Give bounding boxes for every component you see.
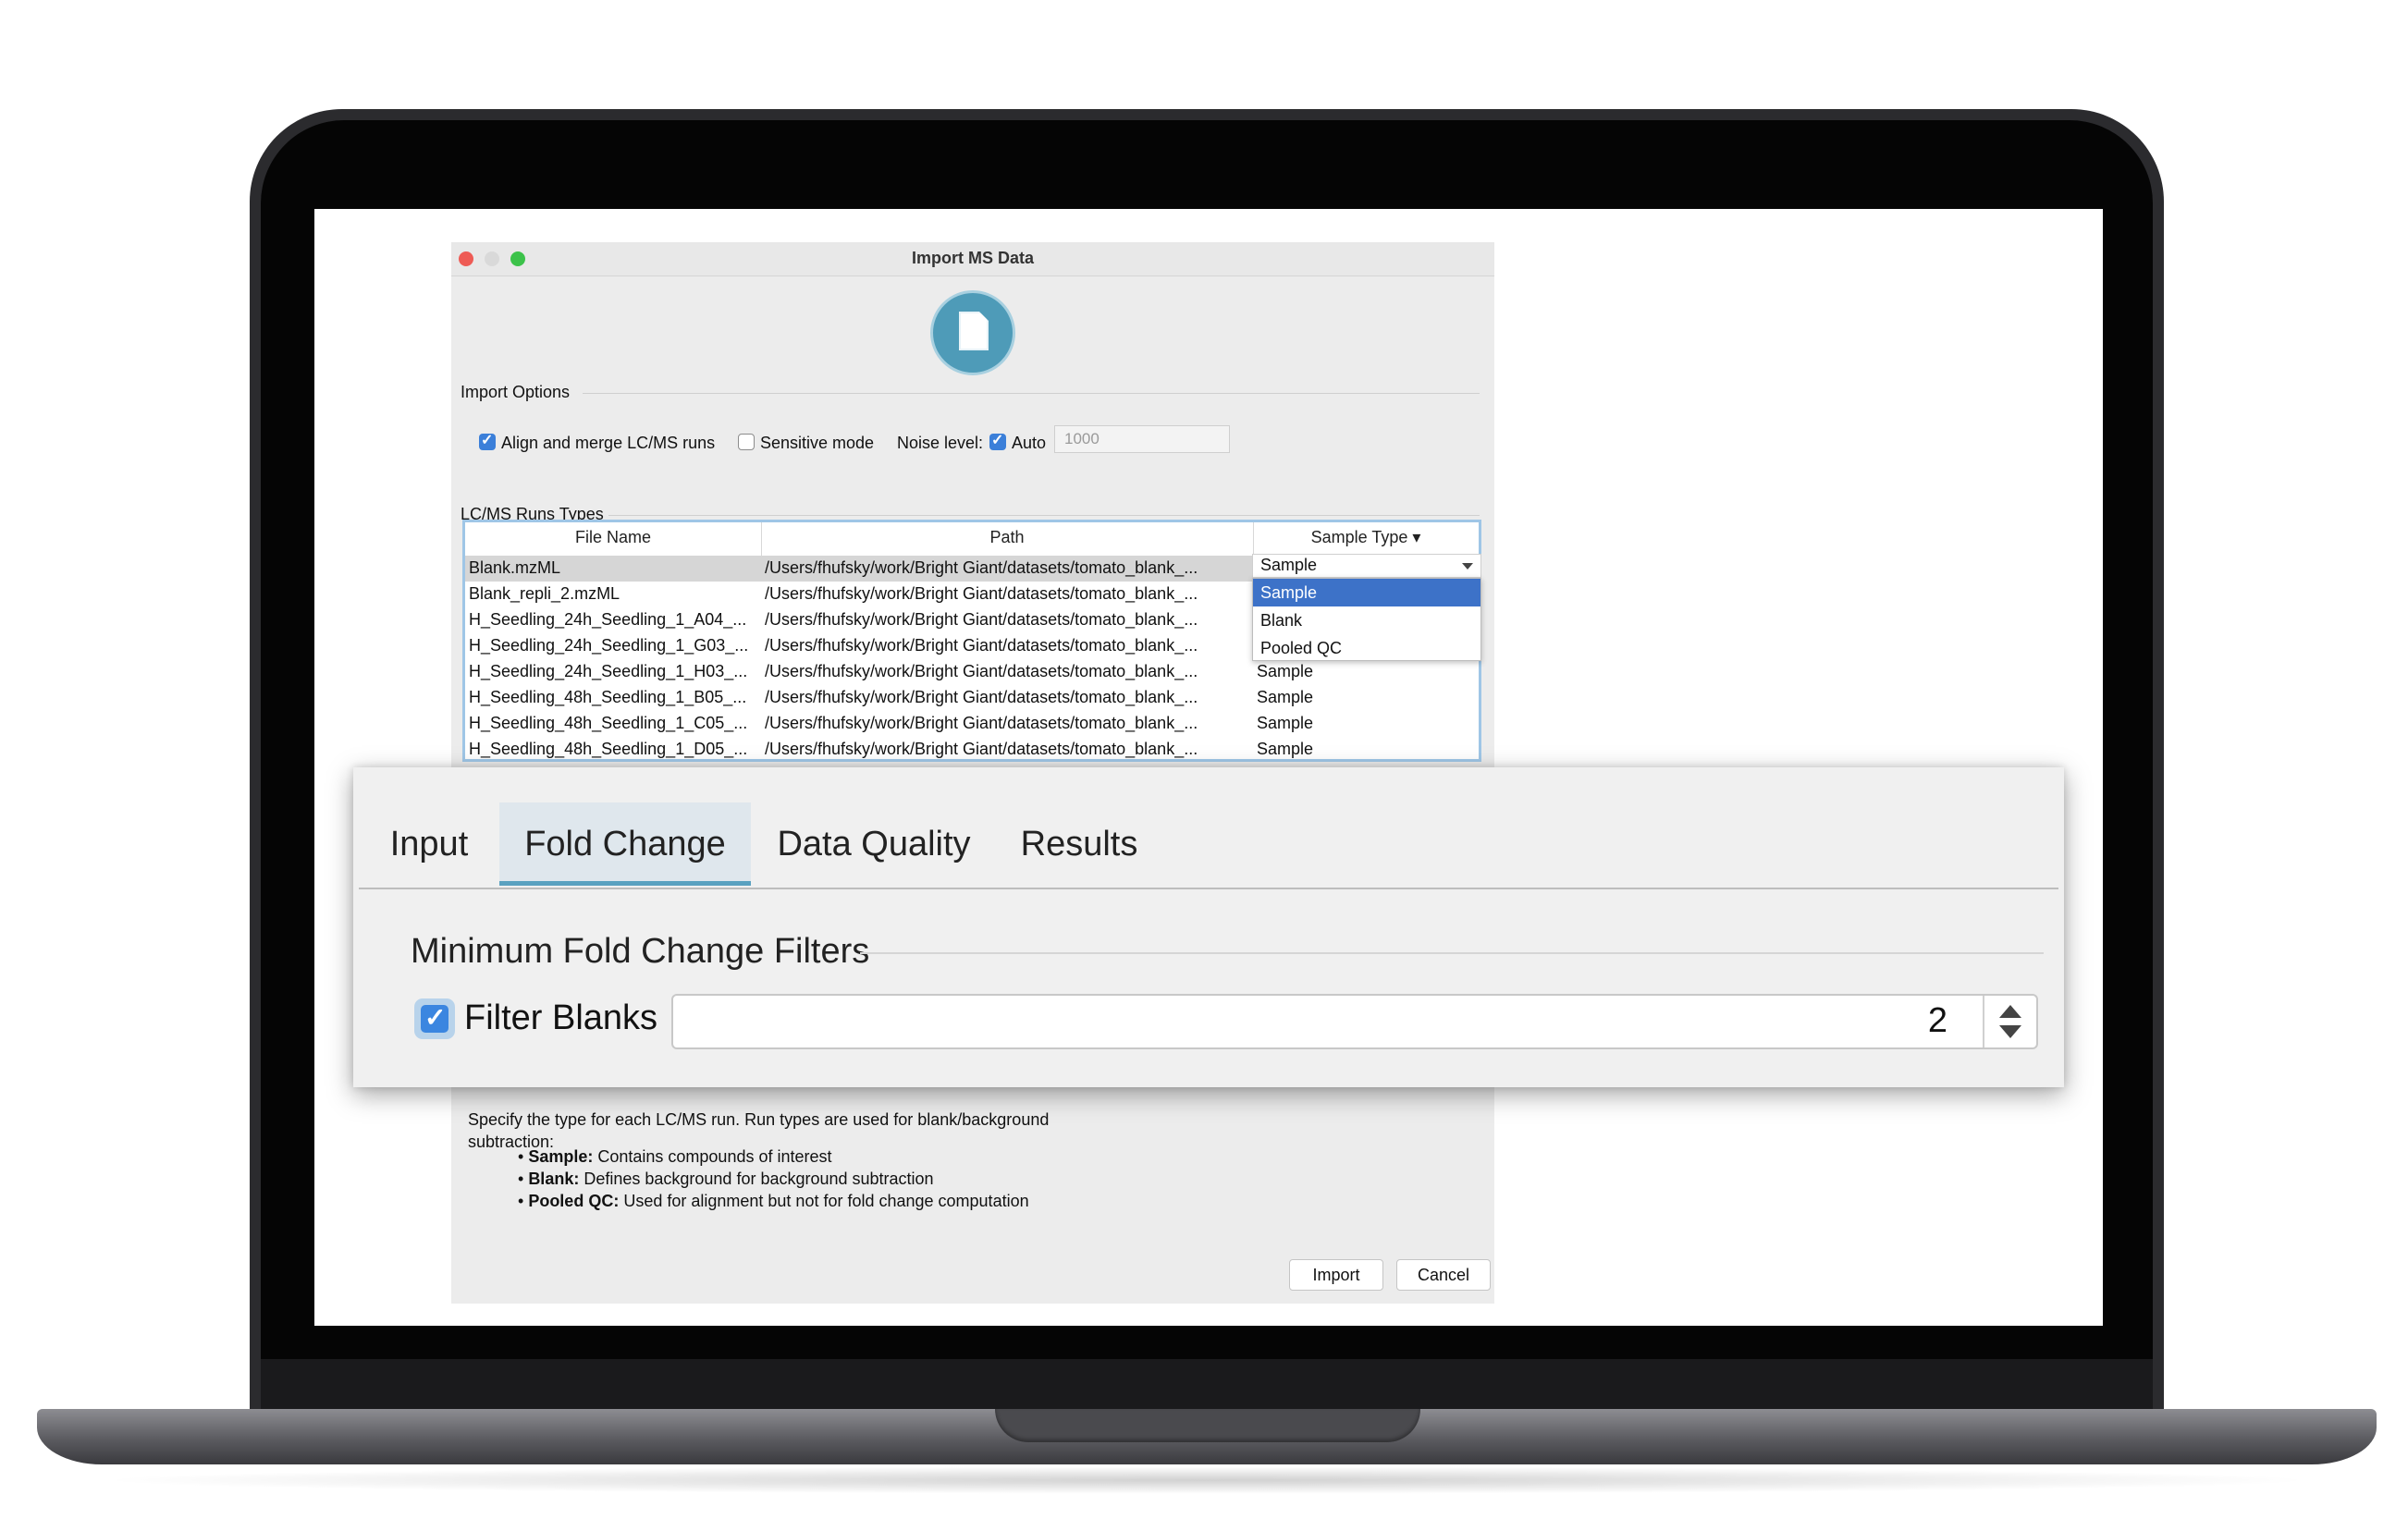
align-merge-label: Align and merge LC/MS runs bbox=[501, 434, 716, 452]
sensitive-mode-checkbox[interactable] bbox=[738, 434, 755, 450]
cell-sample-type: Sample bbox=[1257, 740, 1314, 758]
filter-blanks-checkbox[interactable] bbox=[414, 998, 455, 1039]
bullet-blank: Blank: Defines background for background… bbox=[518, 1168, 1029, 1190]
auto-label: Auto bbox=[1012, 434, 1047, 452]
spinner-value: 2 bbox=[1927, 1001, 1947, 1040]
align-merge-checkbox[interactable] bbox=[479, 431, 496, 450]
sensitive-mode-label: Sensitive mode bbox=[760, 434, 875, 452]
group-title: Minimum Fold Change Filters bbox=[411, 932, 870, 971]
noise-level-label: Noise level: bbox=[897, 434, 984, 452]
import-options-label: Import Options bbox=[461, 383, 571, 401]
cell-path: /Users/fhufsky/work/Bright Giant/dataset… bbox=[765, 688, 1198, 706]
cell-file-name: Blank.mzML bbox=[469, 558, 561, 577]
group-divider bbox=[860, 952, 2044, 954]
table-header: File Name Path Sample Type ▾ bbox=[465, 522, 1479, 557]
laptop-bezel-bottom bbox=[261, 1359, 2153, 1411]
dropdown-option-blank[interactable]: Blank bbox=[1253, 606, 1480, 634]
tab-input[interactable]: Input bbox=[364, 802, 494, 886]
tab-data-quality[interactable]: Data Quality bbox=[760, 802, 988, 886]
run-type-descriptions: Sample: Contains compounds of interest B… bbox=[518, 1145, 1029, 1212]
auto-checkbox[interactable] bbox=[989, 431, 1006, 450]
import-button[interactable]: Import bbox=[1289, 1259, 1383, 1291]
cell-sample-type: Sample bbox=[1257, 662, 1314, 680]
dropdown-option-sample[interactable]: Sample bbox=[1253, 579, 1480, 606]
cell-file-name: H_Seedling_48h_Seedling_1_C05_... bbox=[469, 714, 748, 732]
cell-sample-type: Sample bbox=[1257, 688, 1314, 706]
cell-file-name: H_Seedling_48h_Seedling_1_B05_... bbox=[469, 688, 747, 706]
cell-path: /Users/fhufsky/work/Bright Giant/dataset… bbox=[765, 740, 1198, 758]
cancel-button[interactable]: Cancel bbox=[1396, 1259, 1491, 1291]
document-icon bbox=[930, 290, 1015, 375]
table-row[interactable]: H_Seedling_24h_Seedling_1_H03_... /Users/… bbox=[465, 659, 1479, 685]
table-row[interactable]: H_Seedling_48h_Seedling_1_B05_... /Users/… bbox=[465, 685, 1479, 711]
cell-path: /Users/fhufsky/work/Bright Giant/dataset… bbox=[765, 662, 1198, 680]
cell-file-name: H_Seedling_24h_Seedling_1_G03_... bbox=[469, 636, 749, 655]
fold-change-panel: Input Fold Change Data Quality Results M… bbox=[353, 767, 2064, 1087]
table-row[interactable]: H_Seedling_48h_Seedling_1_D05_... /Users/… bbox=[465, 737, 1479, 759]
column-header-file-name[interactable]: File Name bbox=[465, 528, 761, 547]
cell-sample-type: Sample bbox=[1257, 714, 1314, 732]
bullet-pooled-qc: Pooled QC: Used for alignment but not fo… bbox=[518, 1190, 1028, 1212]
cell-file-name: H_Seedling_48h_Seedling_1_D05_... bbox=[469, 740, 748, 758]
decrement-arrow-icon[interactable] bbox=[1999, 1025, 2021, 1038]
cell-path: /Users/fhufsky/work/Bright Giant/dataset… bbox=[765, 584, 1198, 603]
combo-value: Sample bbox=[1260, 556, 1318, 574]
cell-path: /Users/fhufsky/work/Bright Giant/dataset… bbox=[765, 714, 1198, 732]
column-header-path[interactable]: Path bbox=[761, 528, 1253, 547]
section-divider bbox=[583, 393, 1480, 394]
section-divider bbox=[608, 515, 1480, 516]
filter-blanks-label: Filter Blanks bbox=[464, 998, 658, 1037]
cell-path: /Users/fhufsky/work/Bright Giant/dataset… bbox=[765, 610, 1198, 629]
sample-type-combo[interactable]: Sample bbox=[1252, 554, 1481, 578]
title-bar: Import MS Data bbox=[451, 242, 1494, 276]
fold-change-spinner[interactable]: 2 bbox=[671, 994, 2038, 1049]
cell-file-name: H_Seedling_24h_Seedling_1_H03_... bbox=[469, 662, 748, 680]
noise-level-input[interactable]: 1000 bbox=[1054, 425, 1230, 453]
increment-arrow-icon[interactable] bbox=[1999, 1005, 2021, 1018]
column-header-sample-type[interactable]: Sample Type ▾ bbox=[1253, 528, 1479, 547]
cell-file-name: Blank_repli_2.mzML bbox=[469, 584, 620, 603]
chevron-down-icon bbox=[1462, 563, 1473, 570]
laptop-shadow bbox=[92, 1466, 2321, 1494]
spinner-divider bbox=[1983, 996, 1984, 1047]
bullet-sample: Sample: Contains compounds of interest bbox=[518, 1145, 1029, 1168]
cell-path: /Users/fhufsky/work/Bright Giant/dataset… bbox=[765, 558, 1198, 577]
tab-divider bbox=[359, 888, 2058, 889]
dropdown-option-pooled-qc[interactable]: Pooled QC bbox=[1253, 634, 1480, 662]
cell-path: /Users/fhufsky/work/Bright Giant/dataset… bbox=[765, 636, 1198, 655]
tab-fold-change[interactable]: Fold Change bbox=[499, 802, 751, 886]
table-row[interactable]: H_Seedling_48h_Seedling_1_C05_... /Users/… bbox=[465, 711, 1479, 737]
dialog-title: Import MS Data bbox=[911, 249, 1034, 267]
sample-type-dropdown: Sample Blank Pooled QC bbox=[1252, 578, 1481, 661]
cell-file-name: H_Seedling_24h_Seedling_1_A04_... bbox=[469, 610, 747, 629]
laptop-notch bbox=[995, 1409, 1420, 1442]
tab-results[interactable]: Results bbox=[1001, 802, 1158, 886]
